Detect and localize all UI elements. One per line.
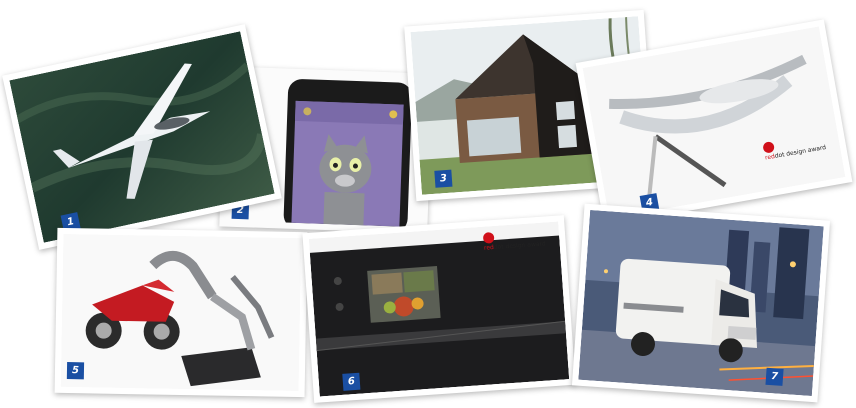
glasses-photo	[582, 26, 846, 219]
award-dot-icon	[762, 140, 776, 154]
award-red-text: red	[483, 244, 495, 252]
photo-card-camper-van: 7	[571, 203, 831, 403]
card-number-badge: 7	[765, 367, 784, 386]
card-number-badge: 5	[66, 362, 85, 380]
photo-card-oven: reddot design award 6	[302, 215, 576, 403]
card-number-badge: 3	[434, 169, 453, 188]
photo-card-motorcycle: 5	[54, 227, 308, 398]
photo-collage: 1 2 3 reddot design award 4 5 reddot des…	[0, 0, 856, 408]
award-dot-icon	[482, 231, 495, 244]
motorcycle-photo	[60, 233, 302, 392]
camper-van-photo	[578, 210, 824, 396]
red-dot-award-logo: reddot design award	[482, 228, 546, 252]
card-number-badge: 6	[342, 372, 361, 391]
